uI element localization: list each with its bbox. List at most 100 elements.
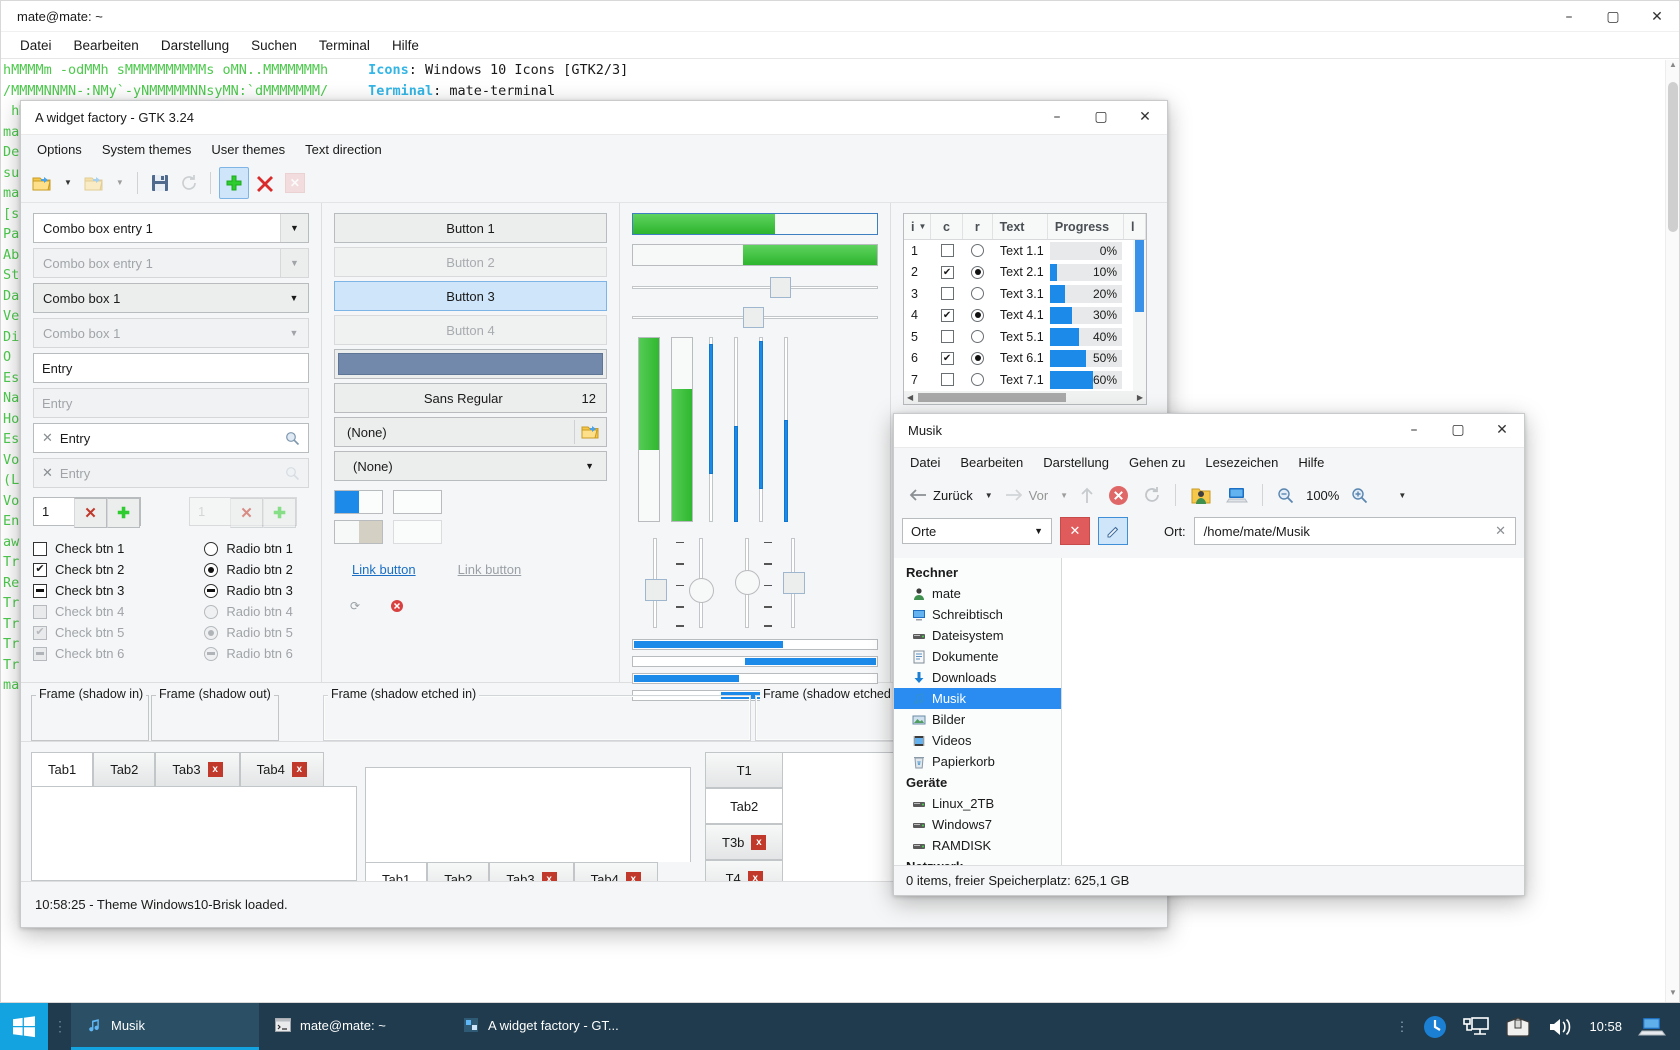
back-button[interactable]: Zurück [902, 480, 980, 510]
toolbar-overflow-caret[interactable]: ▼ [1393, 491, 1411, 500]
cancel-icon[interactable]: ✕ [281, 167, 309, 199]
windows-start-icon[interactable] [0, 1003, 48, 1050]
terminal-maximize-button[interactable]: ▢ [1591, 1, 1635, 32]
cell-check[interactable] [931, 283, 963, 305]
app-chooser-button[interactable]: (None) ▼ [334, 451, 607, 481]
wf-menu-options[interactable]: Options [27, 138, 92, 161]
edit-location-button[interactable] [1098, 517, 1128, 545]
font-button[interactable]: Sans Regular 12 [334, 383, 607, 413]
v-slider-1-thumb[interactable] [645, 579, 667, 602]
tray-volume-icon[interactable] [1547, 1016, 1573, 1038]
musik-menu-hilfe[interactable]: Hilfe [1288, 451, 1334, 474]
terminal-menu-darstellung[interactable]: Darstellung [150, 35, 240, 56]
open-recent-dropdown-caret[interactable]: ▼ [111, 178, 129, 187]
cell-radio[interactable] [963, 240, 993, 262]
sidebar-item-bilder[interactable]: Bilder [894, 709, 1061, 730]
spin-increment-icon[interactable]: ✚ [107, 498, 140, 528]
terminal-scroll-down-arrow[interactable]: ▼ [1666, 988, 1680, 1002]
sidebar-item-mate[interactable]: mate [894, 583, 1061, 604]
cell-check[interactable] [931, 326, 963, 348]
h-scale-1[interactable] [632, 275, 878, 299]
v-scale-4[interactable] [779, 337, 793, 522]
cell-radio[interactable] [963, 369, 993, 391]
clock-blue-icon[interactable] [1423, 1015, 1447, 1039]
sidebar-item-dateisystem[interactable]: Dateisystem [894, 625, 1061, 646]
table-row[interactable]: 2 ✔ Text 2.1 10% [904, 262, 1146, 284]
v-slider-2[interactable] [676, 538, 716, 628]
v-slider-3-thumb[interactable] [735, 570, 760, 596]
checkbox-2[interactable]: ✔ Check btn 2 [33, 559, 124, 580]
v-slider-2-thumb[interactable] [689, 577, 714, 603]
v-slider-3[interactable] [732, 538, 772, 628]
back-dropdown-caret[interactable]: ▼ [980, 491, 998, 500]
clear-location-icon[interactable]: ✕ [1495, 523, 1506, 539]
tab-tab1[interactable]: Tab1 [31, 752, 94, 786]
search-icon[interactable] [285, 431, 300, 446]
chevron-down-icon[interactable]: ▼ [280, 284, 308, 312]
remove-icon[interactable] [251, 167, 279, 199]
combo-box-entry-1[interactable]: Combo box entry 1 ▼ [33, 213, 309, 243]
h-scale-2[interactable] [632, 305, 878, 329]
treeview-vertical-scrollbar[interactable] [1133, 240, 1146, 391]
combo-box-entry-2[interactable]: Combo box entry 1 ▼ [33, 248, 309, 278]
col-header-l[interactable]: l [1124, 214, 1146, 239]
switch-1[interactable] [334, 490, 383, 514]
file-chooser-button[interactable]: (None) [334, 417, 607, 447]
open-recent-icon[interactable] [79, 167, 109, 199]
treeview-hscroll-thumb[interactable] [918, 393, 1066, 402]
taskbar-item-mate-mate[interactable]: mate@mate: ~ [259, 1003, 447, 1050]
up-button[interactable] [1073, 480, 1101, 510]
tab-tab2[interactable]: Tab2 [93, 752, 156, 786]
cell-check[interactable] [931, 240, 963, 262]
musik-menu-bearbeiten[interactable]: Bearbeiten [950, 451, 1033, 474]
entry-4-with-icons[interactable]: ✕ Entry [33, 458, 309, 488]
musik-file-manager-window[interactable]: Musik – ▢ ✕ Datei Bearbeiten Darstellung… [893, 413, 1525, 896]
musik-close-button[interactable]: ✕ [1480, 414, 1524, 445]
cell-check[interactable]: ✔ [931, 262, 963, 284]
zoom-in-button[interactable] [1344, 480, 1375, 510]
taskbar-grip[interactable]: ⋮ [48, 1018, 71, 1035]
entry-3-with-icons[interactable]: ✕ Entry [33, 423, 309, 453]
chevron-down-icon[interactable]: ▼ [585, 461, 594, 471]
entry-2[interactable]: Entry [33, 388, 309, 418]
terminal-close-button[interactable]: ✕ [1635, 1, 1679, 32]
col-header-r[interactable]: r [963, 214, 993, 239]
checkbox-3[interactable]: Check btn 3 [33, 580, 124, 601]
cell-check[interactable]: ✔ [931, 348, 963, 370]
sidebar-item-papierkorb[interactable]: Papierkorb [894, 751, 1061, 772]
table-row[interactable]: 5 Text 5.1 40% [904, 326, 1146, 348]
h-scale-1-thumb[interactable] [769, 277, 791, 298]
wf-maximize-button[interactable]: ▢ [1079, 101, 1123, 132]
entry-1[interactable]: Entry [33, 353, 309, 383]
terminal-menu-bearbeiten[interactable]: Bearbeiten [63, 35, 150, 56]
col-header-progress[interactable]: Progress [1048, 214, 1125, 239]
places-selector[interactable]: Orte ▼ [902, 518, 1052, 544]
cell-check[interactable]: ✔ [931, 305, 963, 327]
tab-close-icon[interactable]: x [751, 834, 767, 850]
location-input[interactable]: /home/mate/Musik ✕ [1193, 517, 1516, 545]
checkbox-1[interactable]: Check btn 1 [33, 538, 124, 559]
tab-tab3[interactable]: Tab3 x [155, 752, 240, 786]
radio-1[interactable]: Radio btn 1 [204, 538, 293, 559]
sidebar-item-ramdisk[interactable]: RAMDISK [894, 835, 1061, 856]
v-slider-1[interactable] [640, 538, 670, 628]
tab-close-icon[interactable]: x [291, 762, 307, 777]
sidebar-item-windows7[interactable]: Windows7 [894, 814, 1061, 835]
sidebar-item-videos[interactable]: Videos [894, 730, 1061, 751]
switch-3[interactable] [334, 520, 383, 544]
musik-titlebar[interactable]: Musik – ▢ ✕ [894, 414, 1524, 448]
zoom-out-button[interactable] [1270, 480, 1301, 510]
wf-close-button[interactable]: ✕ [1123, 101, 1167, 132]
button-3[interactable]: Button 3 [334, 281, 607, 311]
clear-icon[interactable]: ✕ [42, 430, 53, 446]
v-scale-2[interactable] [729, 337, 743, 522]
sidebar-item-musik[interactable]: Musik [894, 688, 1061, 709]
home-button[interactable] [1183, 480, 1219, 510]
col-header-c[interactable]: c [931, 214, 963, 239]
h-scale-2-thumb[interactable] [742, 307, 764, 328]
save-icon[interactable] [146, 167, 174, 199]
table-row[interactable]: 7 Text 7.1 60% [904, 369, 1146, 391]
sidebar-item-downloads[interactable]: Downloads [894, 667, 1061, 688]
tray-mail-icon[interactable] [1505, 1016, 1531, 1038]
musik-menu-lesezeichen[interactable]: Lesezeichen [1195, 451, 1288, 474]
